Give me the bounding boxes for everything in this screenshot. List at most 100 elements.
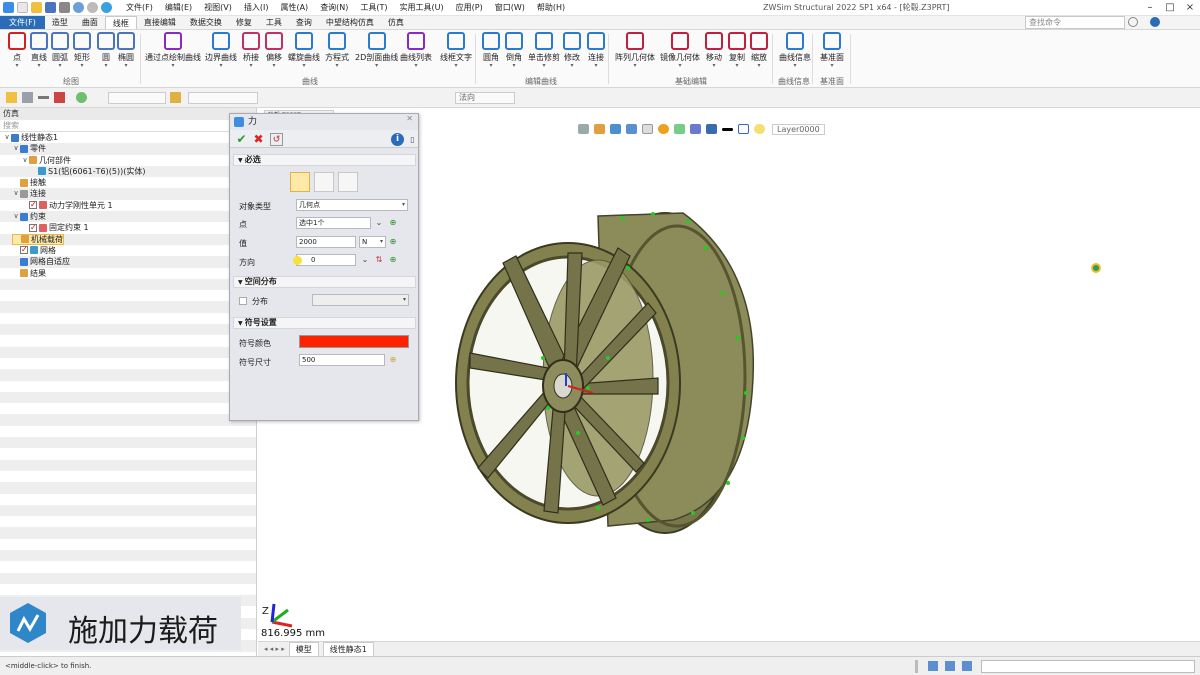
ribbon-tab[interactable]: 中望结构仿真 bbox=[319, 16, 381, 29]
refresh-icon[interactable] bbox=[101, 2, 112, 13]
menu-item[interactable]: 应用(P) bbox=[450, 0, 489, 16]
dropdown-arrow-icon[interactable]: ▾ bbox=[705, 63, 723, 69]
tree-node[interactable]: ∨ 约束 bbox=[12, 211, 46, 222]
ribbon-tab[interactable]: 查询 bbox=[289, 16, 319, 29]
ribbon-tab[interactable]: 数据交换 bbox=[183, 16, 229, 29]
ribbon-button[interactable]: 复制 ▾ bbox=[728, 32, 746, 69]
status-view-icon[interactable] bbox=[928, 661, 938, 671]
ribbon-button[interactable]: 螺旋曲线 ▾ bbox=[288, 32, 320, 69]
dropdown-arrow-icon[interactable]: ▾ bbox=[51, 63, 69, 69]
menu-item[interactable]: 属性(A) bbox=[274, 0, 314, 16]
section-icon[interactable] bbox=[690, 124, 701, 134]
ribbon-button[interactable]: 阵列几何体 ▾ bbox=[615, 32, 655, 69]
select-filter-icon[interactable] bbox=[6, 92, 17, 103]
ribbon-tab[interactable]: 造型 bbox=[45, 16, 75, 29]
dropdown-arrow-icon[interactable]: ▾ bbox=[205, 63, 237, 69]
ribbon-button[interactable]: 基准面 ▾ bbox=[820, 32, 844, 69]
ribbon-tab[interactable]: 仿真 bbox=[381, 16, 411, 29]
symbol-color-swatch[interactable] bbox=[299, 335, 409, 348]
dropdown-arrow-icon[interactable]: ▾ bbox=[325, 63, 349, 69]
expand-toggle-icon[interactable]: ∨ bbox=[3, 132, 11, 143]
dropdown-arrow-icon[interactable]: ▾ bbox=[482, 63, 500, 69]
symbol-size-icon[interactable]: ⊕ bbox=[388, 355, 398, 365]
ribbon-button[interactable]: 圆 ▾ bbox=[97, 32, 115, 69]
tree-node[interactable]: ∨ 连接 bbox=[12, 188, 46, 199]
menu-item[interactable]: 帮助(H) bbox=[531, 0, 571, 16]
ribbon-button[interactable]: 单击修剪 ▾ bbox=[528, 32, 560, 69]
dropdown-arrow-icon[interactable]: ▾ bbox=[265, 63, 283, 69]
redo-icon[interactable] bbox=[87, 2, 98, 13]
ribbon-button[interactable]: 桥接 ▾ bbox=[242, 32, 260, 69]
direction-select[interactable]: 法向 bbox=[455, 92, 515, 104]
help-doc-icon[interactable]: ▯ bbox=[406, 133, 419, 146]
type-select[interactable] bbox=[188, 92, 258, 104]
ribbon-button[interactable]: 圆弧 ▾ bbox=[51, 32, 69, 69]
expand-toggle-icon[interactable]: ∨ bbox=[12, 211, 20, 222]
ribbon-button[interactable]: 边界曲线 ▾ bbox=[205, 32, 237, 69]
menu-item[interactable]: 编辑(E) bbox=[159, 0, 198, 16]
tree-node[interactable]: ∨ 线性静态1 bbox=[3, 132, 58, 143]
dropdown-arrow-icon[interactable]: ▾ bbox=[242, 63, 260, 69]
ribbon-button[interactable]: 镜像几何体 ▾ bbox=[660, 32, 700, 69]
status-grid-icon[interactable] bbox=[962, 661, 972, 671]
tree-node[interactable]: 网格 bbox=[12, 244, 56, 256]
dropdown-arrow-icon[interactable]: ▾ bbox=[73, 63, 91, 69]
status-layout-icon[interactable] bbox=[945, 661, 955, 671]
ribbon-tab[interactable]: 线框 bbox=[104, 16, 137, 29]
ribbon-button[interactable]: 修改 ▾ bbox=[563, 32, 581, 69]
tree-node[interactable]: 动力学刚性单元 1 bbox=[21, 199, 113, 211]
dropdown-arrow-icon[interactable]: ▾ bbox=[587, 63, 605, 69]
menu-item[interactable]: 视图(V) bbox=[198, 0, 238, 16]
ribbon-button[interactable]: 点 ▾ bbox=[8, 32, 26, 69]
help-icon[interactable] bbox=[1150, 17, 1160, 27]
type-point-button[interactable] bbox=[290, 172, 310, 192]
direction-expand-icon[interactable]: ⌄ bbox=[360, 255, 370, 265]
wheel-model[interactable] bbox=[448, 208, 788, 538]
unit-select[interactable]: N ▾ bbox=[359, 236, 386, 248]
line-weight-icon[interactable] bbox=[722, 127, 733, 131]
ribbon-button[interactable]: 倒角 ▾ bbox=[505, 32, 523, 69]
ribbon-button[interactable]: 线框文字 ▾ bbox=[440, 32, 472, 69]
distribution-checkbox[interactable] bbox=[239, 297, 247, 305]
menu-item[interactable]: 工具(T) bbox=[354, 0, 393, 16]
filter-select[interactable] bbox=[108, 92, 166, 104]
point-pick-icon[interactable]: ⊕ bbox=[388, 218, 398, 228]
cancel-button[interactable]: ✖ bbox=[252, 133, 265, 146]
ribbon-tab[interactable]: 工具 bbox=[259, 16, 289, 29]
ribbon-tab[interactable]: 直接编辑 bbox=[137, 16, 183, 29]
brush-icon[interactable] bbox=[594, 124, 605, 134]
ribbon-button[interactable]: 移动 ▾ bbox=[705, 32, 723, 69]
cube-icon[interactable] bbox=[626, 124, 637, 134]
type-edge-button[interactable] bbox=[314, 172, 334, 192]
ribbon-button[interactable]: 偏移 ▾ bbox=[265, 32, 283, 69]
tree-checkbox[interactable] bbox=[20, 244, 28, 255]
shade-icon[interactable] bbox=[610, 124, 621, 134]
type-face-button[interactable] bbox=[338, 172, 358, 192]
line-icon[interactable] bbox=[38, 96, 49, 99]
info-icon[interactable]: i bbox=[391, 133, 404, 146]
layer-select[interactable]: Layer0000 bbox=[772, 123, 825, 135]
minimize-button[interactable]: – bbox=[1140, 0, 1160, 16]
undo-icon[interactable] bbox=[73, 2, 84, 13]
ribbon-button[interactable]: 矩形 ▾ bbox=[73, 32, 91, 69]
expand-toggle-icon[interactable]: ∨ bbox=[12, 143, 20, 154]
menu-item[interactable]: 文件(F) bbox=[120, 0, 159, 16]
light-icon[interactable] bbox=[754, 124, 765, 134]
expand-toggle-icon[interactable]: ∨ bbox=[12, 188, 20, 199]
render-icon[interactable] bbox=[658, 124, 669, 134]
tree-node[interactable]: ∨ 零件 bbox=[12, 143, 46, 154]
color-icon[interactable] bbox=[738, 124, 749, 134]
dropdown-arrow-icon[interactable]: ▾ bbox=[615, 63, 655, 69]
dropdown-arrow-icon[interactable]: ▾ bbox=[355, 63, 398, 69]
ribbon-button[interactable]: 通过点绘制曲线 ▾ bbox=[145, 32, 201, 69]
ribbon-button[interactable]: 直线 ▾ bbox=[30, 32, 48, 69]
filter-icon[interactable] bbox=[54, 92, 65, 103]
dropdown-arrow-icon[interactable]: ▾ bbox=[505, 63, 523, 69]
open-folder-icon[interactable] bbox=[31, 2, 42, 13]
model-tab[interactable]: 线性静态1 bbox=[322, 642, 374, 656]
dropdown-arrow-icon[interactable]: ▾ bbox=[8, 63, 26, 69]
print-icon[interactable] bbox=[59, 2, 70, 13]
section-required[interactable]: 必选 bbox=[233, 154, 416, 166]
section-spatial[interactable]: 空间分布 bbox=[233, 276, 416, 288]
tree-node[interactable]: 机械载荷 bbox=[12, 233, 64, 245]
